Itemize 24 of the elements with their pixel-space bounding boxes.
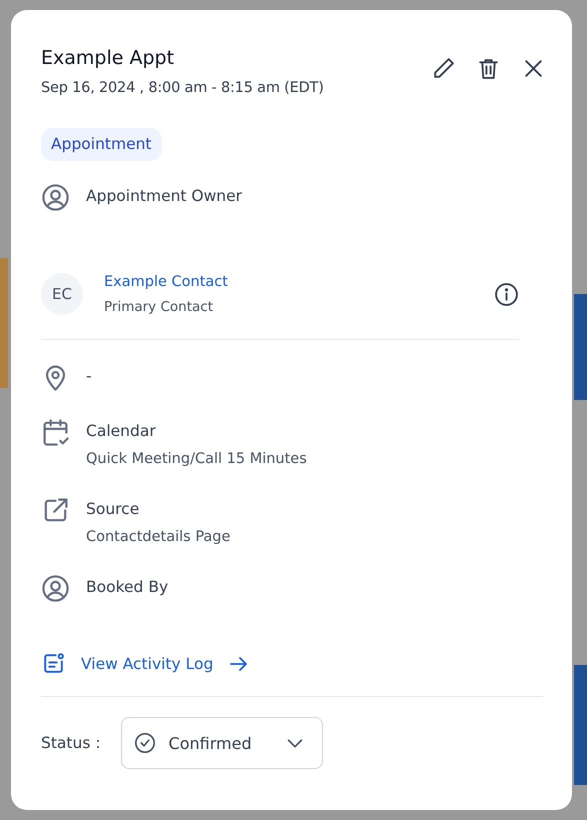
contact-link[interactable]: Example Contact <box>104 272 228 292</box>
status-label: Status : <box>41 734 101 752</box>
detail-value: Contactdetails Page <box>86 528 230 547</box>
detail-value: Quick Meeting/Call 15 Minutes <box>86 450 307 469</box>
appointment-tag: Appointment <box>41 128 162 161</box>
activity-log-link[interactable]: View Activity Log <box>41 651 252 676</box>
trash-icon <box>476 56 501 81</box>
contact-avatar: EC <box>41 273 83 315</box>
check-circle-icon <box>134 732 156 754</box>
info-icon[interactable] <box>494 282 519 306</box>
dialog-title: Example Appt <box>41 46 176 70</box>
appointment-time: Sep 16, 2024 , 8:00 am - 8:15 am (EDT) <box>41 80 324 96</box>
status-dropdown[interactable]: Confirmed <box>120 717 323 769</box>
detail-label: Calendar <box>86 421 157 442</box>
contact-role: Primary Contact <box>104 298 213 316</box>
detail-label: - <box>86 366 92 387</box>
calendar-check-icon <box>41 418 70 447</box>
person-icon <box>41 183 70 212</box>
detail-label: Source <box>86 499 140 520</box>
person-icon <box>41 574 70 603</box>
detail-label: Booked By <box>86 577 168 598</box>
activity-log-icon <box>41 651 66 676</box>
detail-label: Appointment Owner <box>86 186 242 207</box>
pencil-icon <box>431 56 456 81</box>
